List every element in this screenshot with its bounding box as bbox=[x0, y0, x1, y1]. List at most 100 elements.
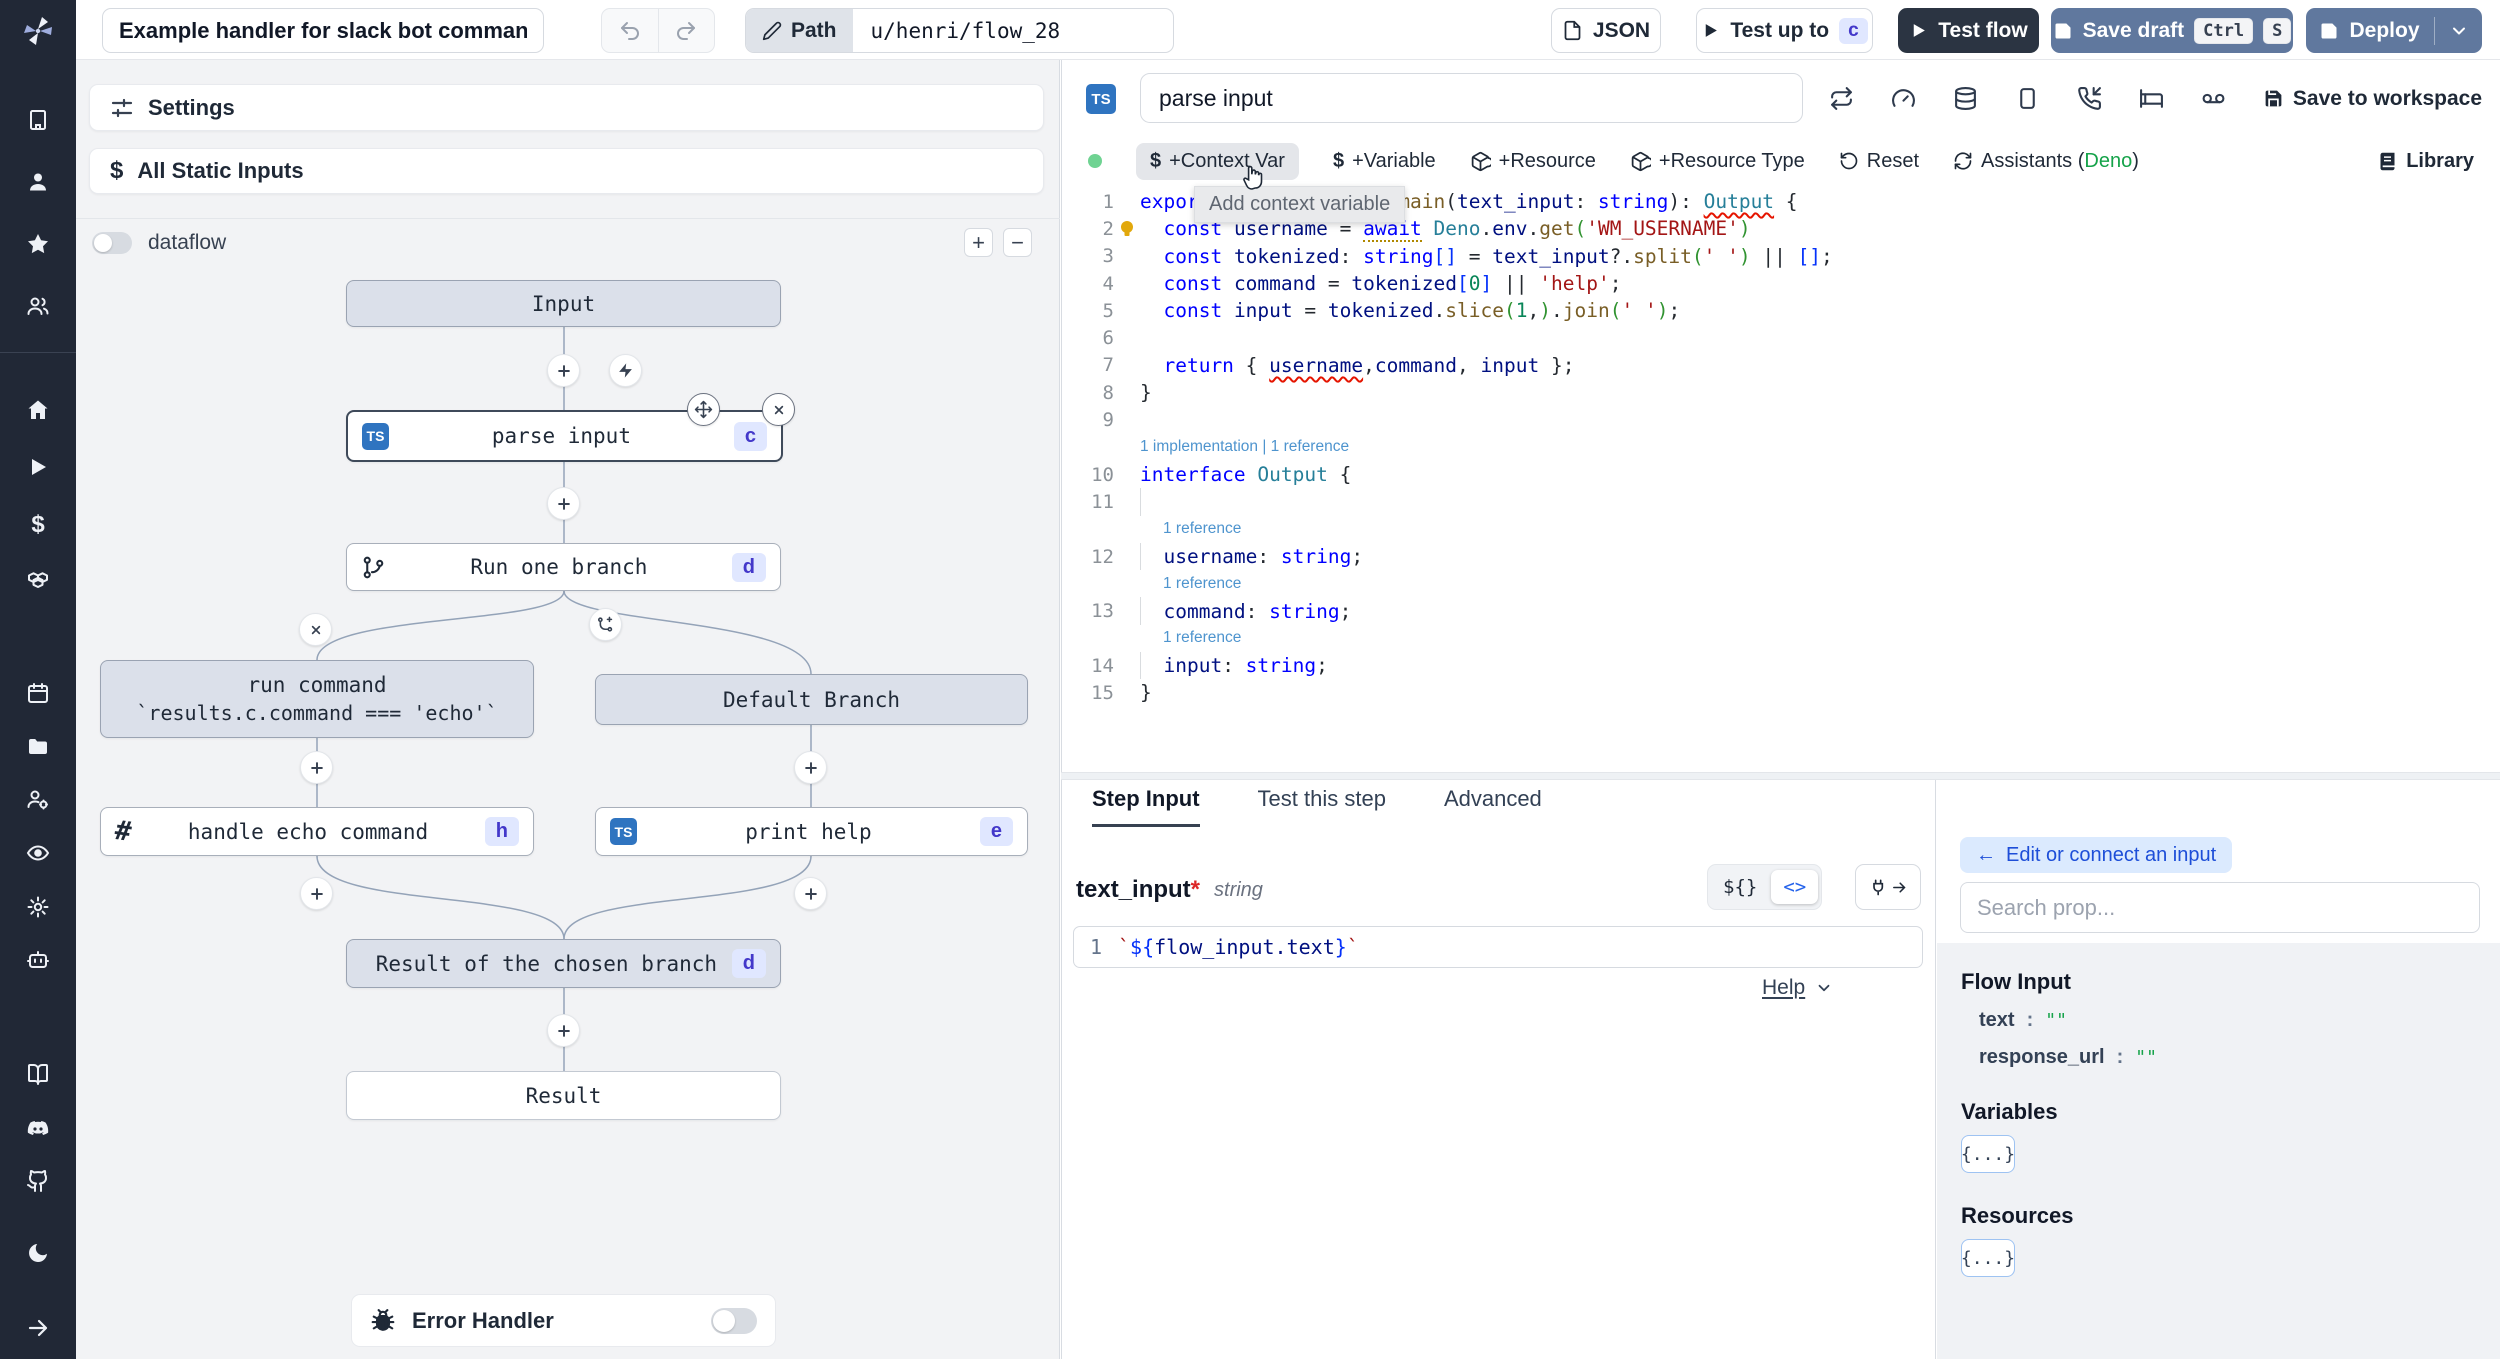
gauge-icon[interactable] bbox=[1891, 86, 1916, 111]
add-step-button[interactable] bbox=[300, 877, 333, 910]
horizontal-splitter[interactable] bbox=[1061, 772, 2500, 780]
library-button[interactable]: Library bbox=[2377, 150, 2474, 173]
sidebar-discord-icon[interactable] bbox=[26, 1117, 50, 1141]
move-node-button[interactable] bbox=[687, 393, 720, 426]
deploy-button[interactable]: Deploy bbox=[2306, 8, 2482, 53]
node-input[interactable]: Input bbox=[346, 280, 781, 327]
sleep-icon[interactable] bbox=[2139, 86, 2164, 111]
sidebar-groups-icon[interactable] bbox=[26, 787, 50, 811]
test-flow-button[interactable]: Test flow bbox=[1898, 8, 2039, 53]
sidebar-ai-icon[interactable] bbox=[26, 948, 50, 972]
add-variable-button[interactable]: $ +Variable bbox=[1333, 150, 1436, 173]
bug-icon bbox=[370, 1308, 396, 1334]
sidebar-favorites-icon[interactable] bbox=[26, 232, 50, 256]
node-print-help[interactable]: TS print help e bbox=[595, 807, 1028, 856]
phone-incoming-icon[interactable] bbox=[2077, 86, 2102, 111]
database-icon[interactable] bbox=[1953, 86, 1978, 111]
sidebar-docs-icon[interactable] bbox=[26, 1062, 50, 1086]
deploy-separator bbox=[2433, 16, 2435, 45]
node-handle-echo-command[interactable]: # handle echo command h bbox=[100, 807, 534, 856]
add-step-button[interactable] bbox=[794, 877, 827, 910]
connect-input-button[interactable] bbox=[1855, 864, 1921, 910]
tab-test-this-step[interactable]: Test this step bbox=[1258, 786, 1386, 827]
add-resource-type-button[interactable]: +Resource Type bbox=[1630, 150, 1805, 173]
sidebar-variables-icon[interactable]: $ bbox=[26, 511, 50, 538]
tab-advanced[interactable]: Advanced bbox=[1444, 786, 1542, 827]
rotate-ccw-icon bbox=[1839, 151, 1859, 171]
arrow-left-icon: ← bbox=[1976, 843, 1996, 866]
codelens-row[interactable]: 1 reference bbox=[1062, 625, 2500, 652]
sidebar-resources-icon[interactable] bbox=[26, 568, 50, 592]
expression-editor[interactable]: 1 `${flow_input.text}` bbox=[1073, 926, 1923, 968]
edit-or-connect-button[interactable]: ← Edit or connect an input bbox=[1960, 837, 2233, 873]
add-branch-button[interactable] bbox=[589, 608, 622, 641]
code-editor[interactable]: 1export async function main(text_input: … bbox=[1062, 188, 2500, 707]
node-run-one-branch[interactable]: Run one branch d bbox=[346, 543, 781, 591]
template-mode-button[interactable]: ${} bbox=[1711, 870, 1769, 904]
sidebar-user-icon[interactable] bbox=[26, 170, 50, 194]
windmill-logo[interactable] bbox=[20, 12, 56, 48]
add-step-button[interactable] bbox=[794, 751, 827, 784]
search-prop-input[interactable] bbox=[1960, 882, 2480, 933]
code-mode-button[interactable]: <> bbox=[1771, 870, 1819, 904]
voicemail-icon[interactable] bbox=[2201, 86, 2226, 111]
sidebar-github-icon[interactable] bbox=[26, 1169, 50, 1193]
reset-button[interactable]: Reset bbox=[1839, 150, 1919, 173]
chevron-down-icon[interactable] bbox=[2449, 21, 2469, 41]
variables-object-button[interactable]: {...} bbox=[1961, 1135, 2015, 1173]
undo-button[interactable] bbox=[602, 9, 659, 52]
remove-branch-button[interactable] bbox=[299, 613, 332, 646]
sidebar-audit-logs-icon[interactable] bbox=[26, 841, 50, 865]
step-name-input[interactable] bbox=[1140, 73, 1803, 123]
plug-icon bbox=[1869, 877, 1889, 897]
sidebar-members-icon[interactable] bbox=[26, 294, 50, 318]
sidebar-workspace-icon[interactable] bbox=[26, 108, 50, 132]
sidebar-dark-mode-icon[interactable] bbox=[26, 1241, 50, 1265]
node-result-of-chosen-branch[interactable]: Result of the chosen branch d bbox=[346, 939, 781, 988]
codelens-row[interactable]: 1 implementation | 1 reference bbox=[1062, 434, 2500, 461]
chevron-down-icon[interactable] bbox=[1815, 979, 1833, 997]
test-up-to-button[interactable]: Test up to c bbox=[1696, 8, 1873, 53]
json-button[interactable]: JSON bbox=[1551, 8, 1661, 53]
node-id-badge: c bbox=[733, 421, 767, 451]
trigger-bolt-button[interactable] bbox=[609, 354, 642, 387]
sidebar-schedules-icon[interactable] bbox=[26, 681, 50, 705]
save-draft-button[interactable]: Save draft Ctrl S bbox=[2051, 8, 2293, 53]
add-context-var-button[interactable]: $ +Context Var bbox=[1136, 142, 1299, 180]
flow-input-entry[interactable]: text: "" bbox=[1979, 1009, 2500, 1032]
add-step-button[interactable] bbox=[547, 1014, 580, 1047]
add-resource-button[interactable]: +Resource bbox=[1470, 150, 1596, 173]
node-default-branch[interactable]: Default Branch bbox=[595, 674, 1028, 725]
codelens-row[interactable]: 1 reference bbox=[1062, 516, 2500, 543]
expression-code[interactable]: `${flow_input.text}` bbox=[1118, 935, 1359, 959]
node-result[interactable]: Result bbox=[346, 1071, 781, 1120]
save-to-workspace-button[interactable]: Save to workspace bbox=[2263, 87, 2482, 111]
flow-title-input[interactable] bbox=[102, 8, 544, 53]
sidebar-home-icon[interactable] bbox=[26, 398, 50, 422]
sidebar-expand-icon[interactable] bbox=[26, 1316, 50, 1340]
delete-node-button[interactable] bbox=[762, 393, 795, 426]
topbar: Path u/henri/flow_28 JSON Test up to c T… bbox=[76, 0, 2500, 60]
assistants-button[interactable]: Assistants (Deno) bbox=[1953, 150, 2139, 173]
help-link[interactable]: Help bbox=[1762, 976, 1805, 1000]
window-icon[interactable] bbox=[2015, 86, 2040, 111]
node-run-command-branch[interactable]: run command `results.c.command === 'echo… bbox=[100, 660, 534, 738]
flow-input-entry[interactable]: response_url: "" bbox=[1979, 1046, 2500, 1069]
resources-object-button[interactable]: {...} bbox=[1961, 1239, 2015, 1277]
sidebar-runs-icon[interactable] bbox=[26, 455, 50, 479]
sidebar-folders-icon[interactable] bbox=[26, 734, 50, 758]
add-step-button[interactable] bbox=[547, 354, 580, 387]
error-handler-toggle[interactable] bbox=[711, 1307, 757, 1334]
add-step-button[interactable] bbox=[300, 751, 333, 784]
code-line: 15} bbox=[1091, 681, 1152, 705]
repeat-icon[interactable] bbox=[1829, 86, 1854, 111]
codelens-row[interactable]: 1 reference bbox=[1062, 570, 2500, 597]
typescript-icon: TS bbox=[610, 818, 637, 845]
sidebar: $ bbox=[0, 0, 76, 1359]
add-step-button[interactable] bbox=[547, 487, 580, 520]
sidebar-workers-icon[interactable] bbox=[26, 895, 50, 919]
path-group[interactable]: Path u/henri/flow_28 bbox=[745, 8, 1174, 53]
redo-button[interactable] bbox=[659, 9, 715, 52]
tab-step-input[interactable]: Step Input bbox=[1092, 786, 1200, 827]
path-value[interactable]: u/henri/flow_28 bbox=[853, 9, 1173, 52]
